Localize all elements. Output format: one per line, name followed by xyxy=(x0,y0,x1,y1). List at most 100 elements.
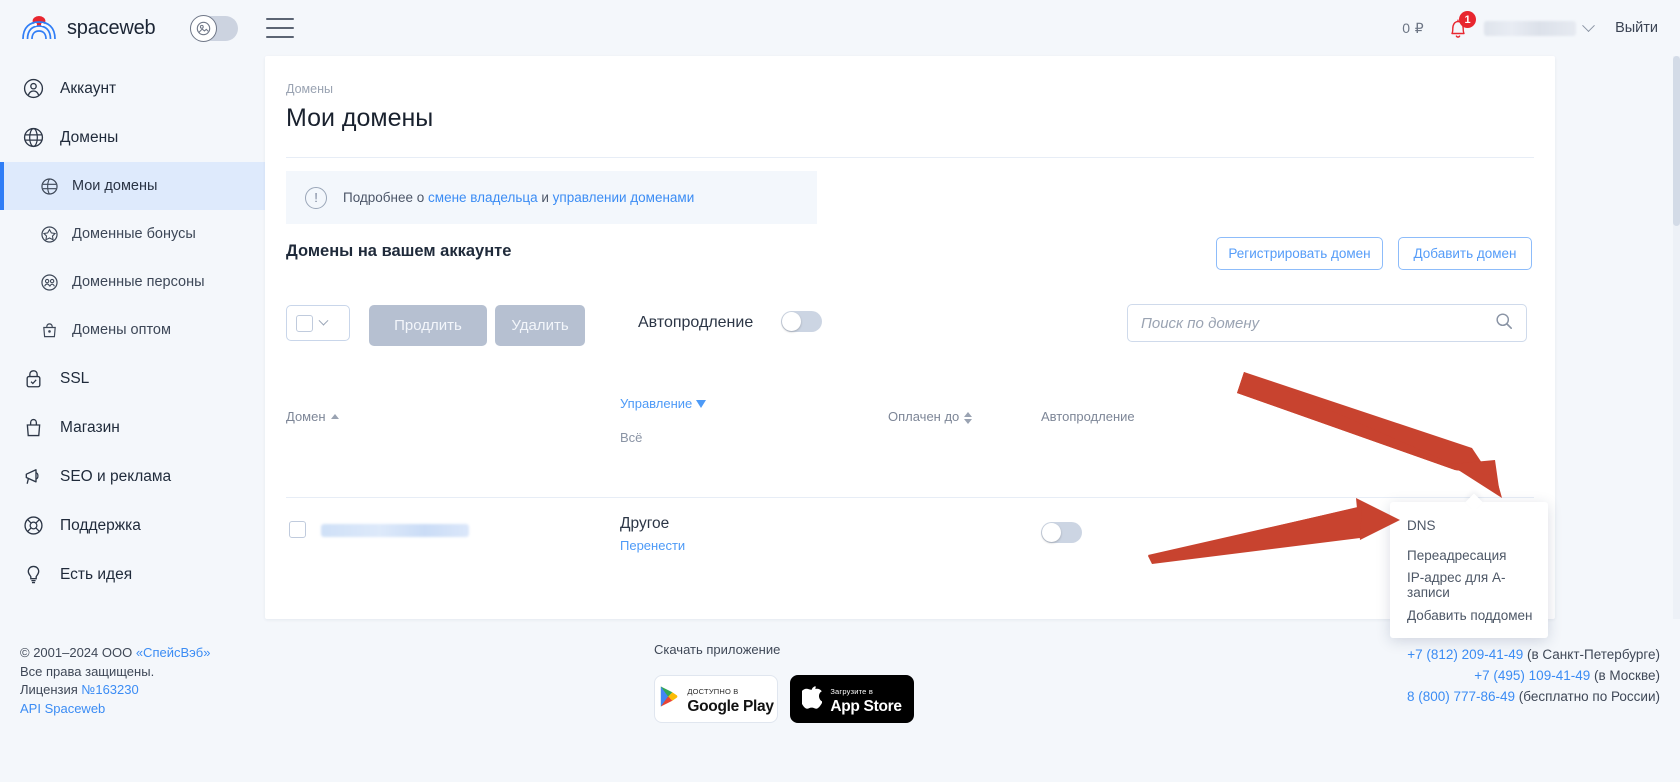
notifications-badge: 1 xyxy=(1459,11,1476,28)
register-domain-button[interactable]: Регистрировать домен xyxy=(1216,237,1383,270)
sidebar-item-label: Домены xyxy=(60,129,118,147)
row-checkbox[interactable] xyxy=(289,521,306,538)
column-header-domain[interactable]: Домен xyxy=(286,409,339,424)
autorenew-toolbar-toggle[interactable] xyxy=(781,311,822,332)
column-header-paid-until-label: Оплачен до xyxy=(888,409,959,424)
sidebar-item-idea[interactable]: Есть идея xyxy=(0,550,265,599)
footer-api-link[interactable]: API Spaceweb xyxy=(20,701,105,716)
delete-button[interactable]: Удалить xyxy=(495,305,585,346)
info-circle-icon: ! xyxy=(305,187,327,209)
select-all-checkbox[interactable] xyxy=(296,315,313,332)
footer-copyright-text: © 2001–2024 ООО xyxy=(20,645,136,660)
app-root: spaceweb 0 ₽ xyxy=(0,0,1680,782)
footer-company-link[interactable]: «СпейсВэб» xyxy=(136,645,211,660)
sort-asc-icon xyxy=(331,414,339,419)
search-input[interactable] xyxy=(1141,315,1495,332)
phone-msk[interactable]: +7 (495) 109-41-49 xyxy=(1474,668,1590,683)
search-icon[interactable] xyxy=(1495,312,1513,335)
globe-icon xyxy=(20,125,46,151)
footer-copyright: © 2001–2024 ООО «СпейсВэб» xyxy=(20,644,210,663)
autorenew-toolbar-label: Автопродление xyxy=(638,314,753,332)
megaphone-icon xyxy=(20,464,46,490)
sidebar-item-label: Домены оптом xyxy=(72,322,171,338)
google-play-icon xyxy=(658,685,679,713)
logout-button[interactable]: Выйти xyxy=(1615,20,1658,36)
sort-toggle-icon xyxy=(964,412,972,424)
sidebar-item-shop[interactable]: Магазин xyxy=(0,403,265,452)
globe-small-icon xyxy=(38,175,60,197)
context-menu: DNS Переадресация IP-адрес для A-записи … xyxy=(1390,502,1548,638)
theme-toggle[interactable] xyxy=(190,16,238,41)
page-title: Мои домены xyxy=(286,104,433,133)
top-bar: spaceweb 0 ₽ xyxy=(0,0,1680,56)
manage-filter-value[interactable]: Всё xyxy=(620,430,642,445)
info-prefix: Подробнее о xyxy=(343,190,428,205)
sidebar-item-label: Магазин xyxy=(60,419,120,437)
lock-icon xyxy=(20,366,46,392)
sidebar-item-label: SSL xyxy=(60,370,89,388)
context-menu-item-dns[interactable]: DNS xyxy=(1390,510,1548,540)
owner-change-link[interactable]: смене владельца xyxy=(428,190,538,205)
burger-line xyxy=(266,36,294,38)
info-middle: и xyxy=(538,190,553,205)
sidebar-item-my-domains[interactable]: Мои домены xyxy=(0,162,265,210)
sidebar-item-seo-ads[interactable]: SEO и реклама xyxy=(0,452,265,501)
app-store-badge[interactable]: Загрузите в App Store xyxy=(790,675,914,723)
context-menu-item-add-subdomain[interactable]: Добавить поддомен xyxy=(1390,600,1548,630)
sidebar-item-ssl[interactable]: SSL xyxy=(0,354,265,403)
context-menu-item-a-record-ip[interactable]: IP-адрес для A-записи xyxy=(1390,570,1548,600)
row-autorenew-toggle[interactable] xyxy=(1041,522,1082,543)
phone-spb[interactable]: +7 (812) 209-41-49 xyxy=(1407,647,1523,662)
sidebar-item-domain-persons[interactable]: Доменные персоны xyxy=(0,258,265,306)
google-play-badge[interactable]: ДОСТУПНО В Google Play xyxy=(654,675,778,723)
bulb-icon xyxy=(20,562,46,588)
phone-free[interactable]: 8 (800) 777-86-49 xyxy=(1407,689,1515,704)
context-menu-item-redirect[interactable]: Переадресация xyxy=(1390,540,1548,570)
username-masked xyxy=(1484,21,1576,36)
section-title: Домены на вашем аккаунте xyxy=(286,242,511,261)
sidebar-item-account[interactable]: Аккаунт xyxy=(0,64,265,113)
sidebar-item-support[interactable]: Поддержка xyxy=(0,501,265,550)
column-header-manage[interactable]: Управление xyxy=(620,396,706,411)
phone-free-note: (бесплатно по России) xyxy=(1515,689,1660,704)
sidebar-item-label: Аккаунт xyxy=(60,80,116,98)
breadcrumb[interactable]: Домены xyxy=(286,82,333,96)
download-app-label: Скачать приложение xyxy=(654,642,914,657)
footer-license-prefix: Лицензия xyxy=(20,682,81,697)
top-bar-right: 0 ₽ 1 Выйти xyxy=(1402,15,1680,41)
sidebar-item-label: Мои домены xyxy=(72,178,157,194)
scrollbar-thumb[interactable] xyxy=(1673,56,1680,226)
user-menu[interactable] xyxy=(1484,21,1593,36)
select-all-dropdown[interactable] xyxy=(286,305,350,341)
apple-icon xyxy=(802,685,822,714)
row-transfer-link[interactable]: Перенести xyxy=(620,538,685,553)
footer-phone-row: 8 (800) 777-86-49 (бесплатно по России) xyxy=(1407,686,1660,707)
prolong-button[interactable]: Продлить xyxy=(369,305,487,346)
app-store-text: Загрузите в App Store xyxy=(830,682,901,716)
chevron-down-icon xyxy=(1582,19,1595,32)
domain-management-link[interactable]: управлении доменами xyxy=(553,190,695,205)
search-domain-box[interactable] xyxy=(1127,304,1527,342)
filter-icon xyxy=(696,400,706,408)
column-header-autorenew: Автопродление xyxy=(1041,409,1135,424)
column-header-domain-label: Домен xyxy=(286,409,326,424)
footer-license-link[interactable]: №163230 xyxy=(81,682,138,697)
column-header-paid-until[interactable]: Оплачен до xyxy=(888,409,972,424)
sidebar-item-domain-bonuses[interactable]: Доменные бонусы xyxy=(0,210,265,258)
notifications-button[interactable]: 1 xyxy=(1446,15,1470,41)
footer: © 2001–2024 ООО «СпейсВэб» Все права защ… xyxy=(0,630,1680,782)
sidebar-item-label: SEO и реклама xyxy=(60,468,171,486)
sidebar-item-label: Доменные бонусы xyxy=(72,226,196,242)
brand-name: spaceweb xyxy=(67,17,155,40)
sidebar-item-bulk-domains[interactable]: Домены оптом xyxy=(0,306,265,354)
shop-bag-icon xyxy=(20,415,46,441)
sidebar-item-label: Поддержка xyxy=(60,517,141,535)
add-domain-button[interactable]: Добавить домен xyxy=(1398,237,1532,270)
column-header-manage-label: Управление xyxy=(620,396,692,411)
burger-menu[interactable] xyxy=(266,18,294,38)
footer-center: Скачать приложение ДОСТ xyxy=(654,642,914,723)
info-banner: ! Подробнее о смене владельца и управлен… xyxy=(286,171,817,224)
footer-phone-row: +7 (495) 109-41-49 (в Москве) xyxy=(1407,665,1660,686)
sidebar-item-domains[interactable]: Домены xyxy=(0,113,265,162)
brand-logo[interactable]: spaceweb xyxy=(20,15,180,41)
